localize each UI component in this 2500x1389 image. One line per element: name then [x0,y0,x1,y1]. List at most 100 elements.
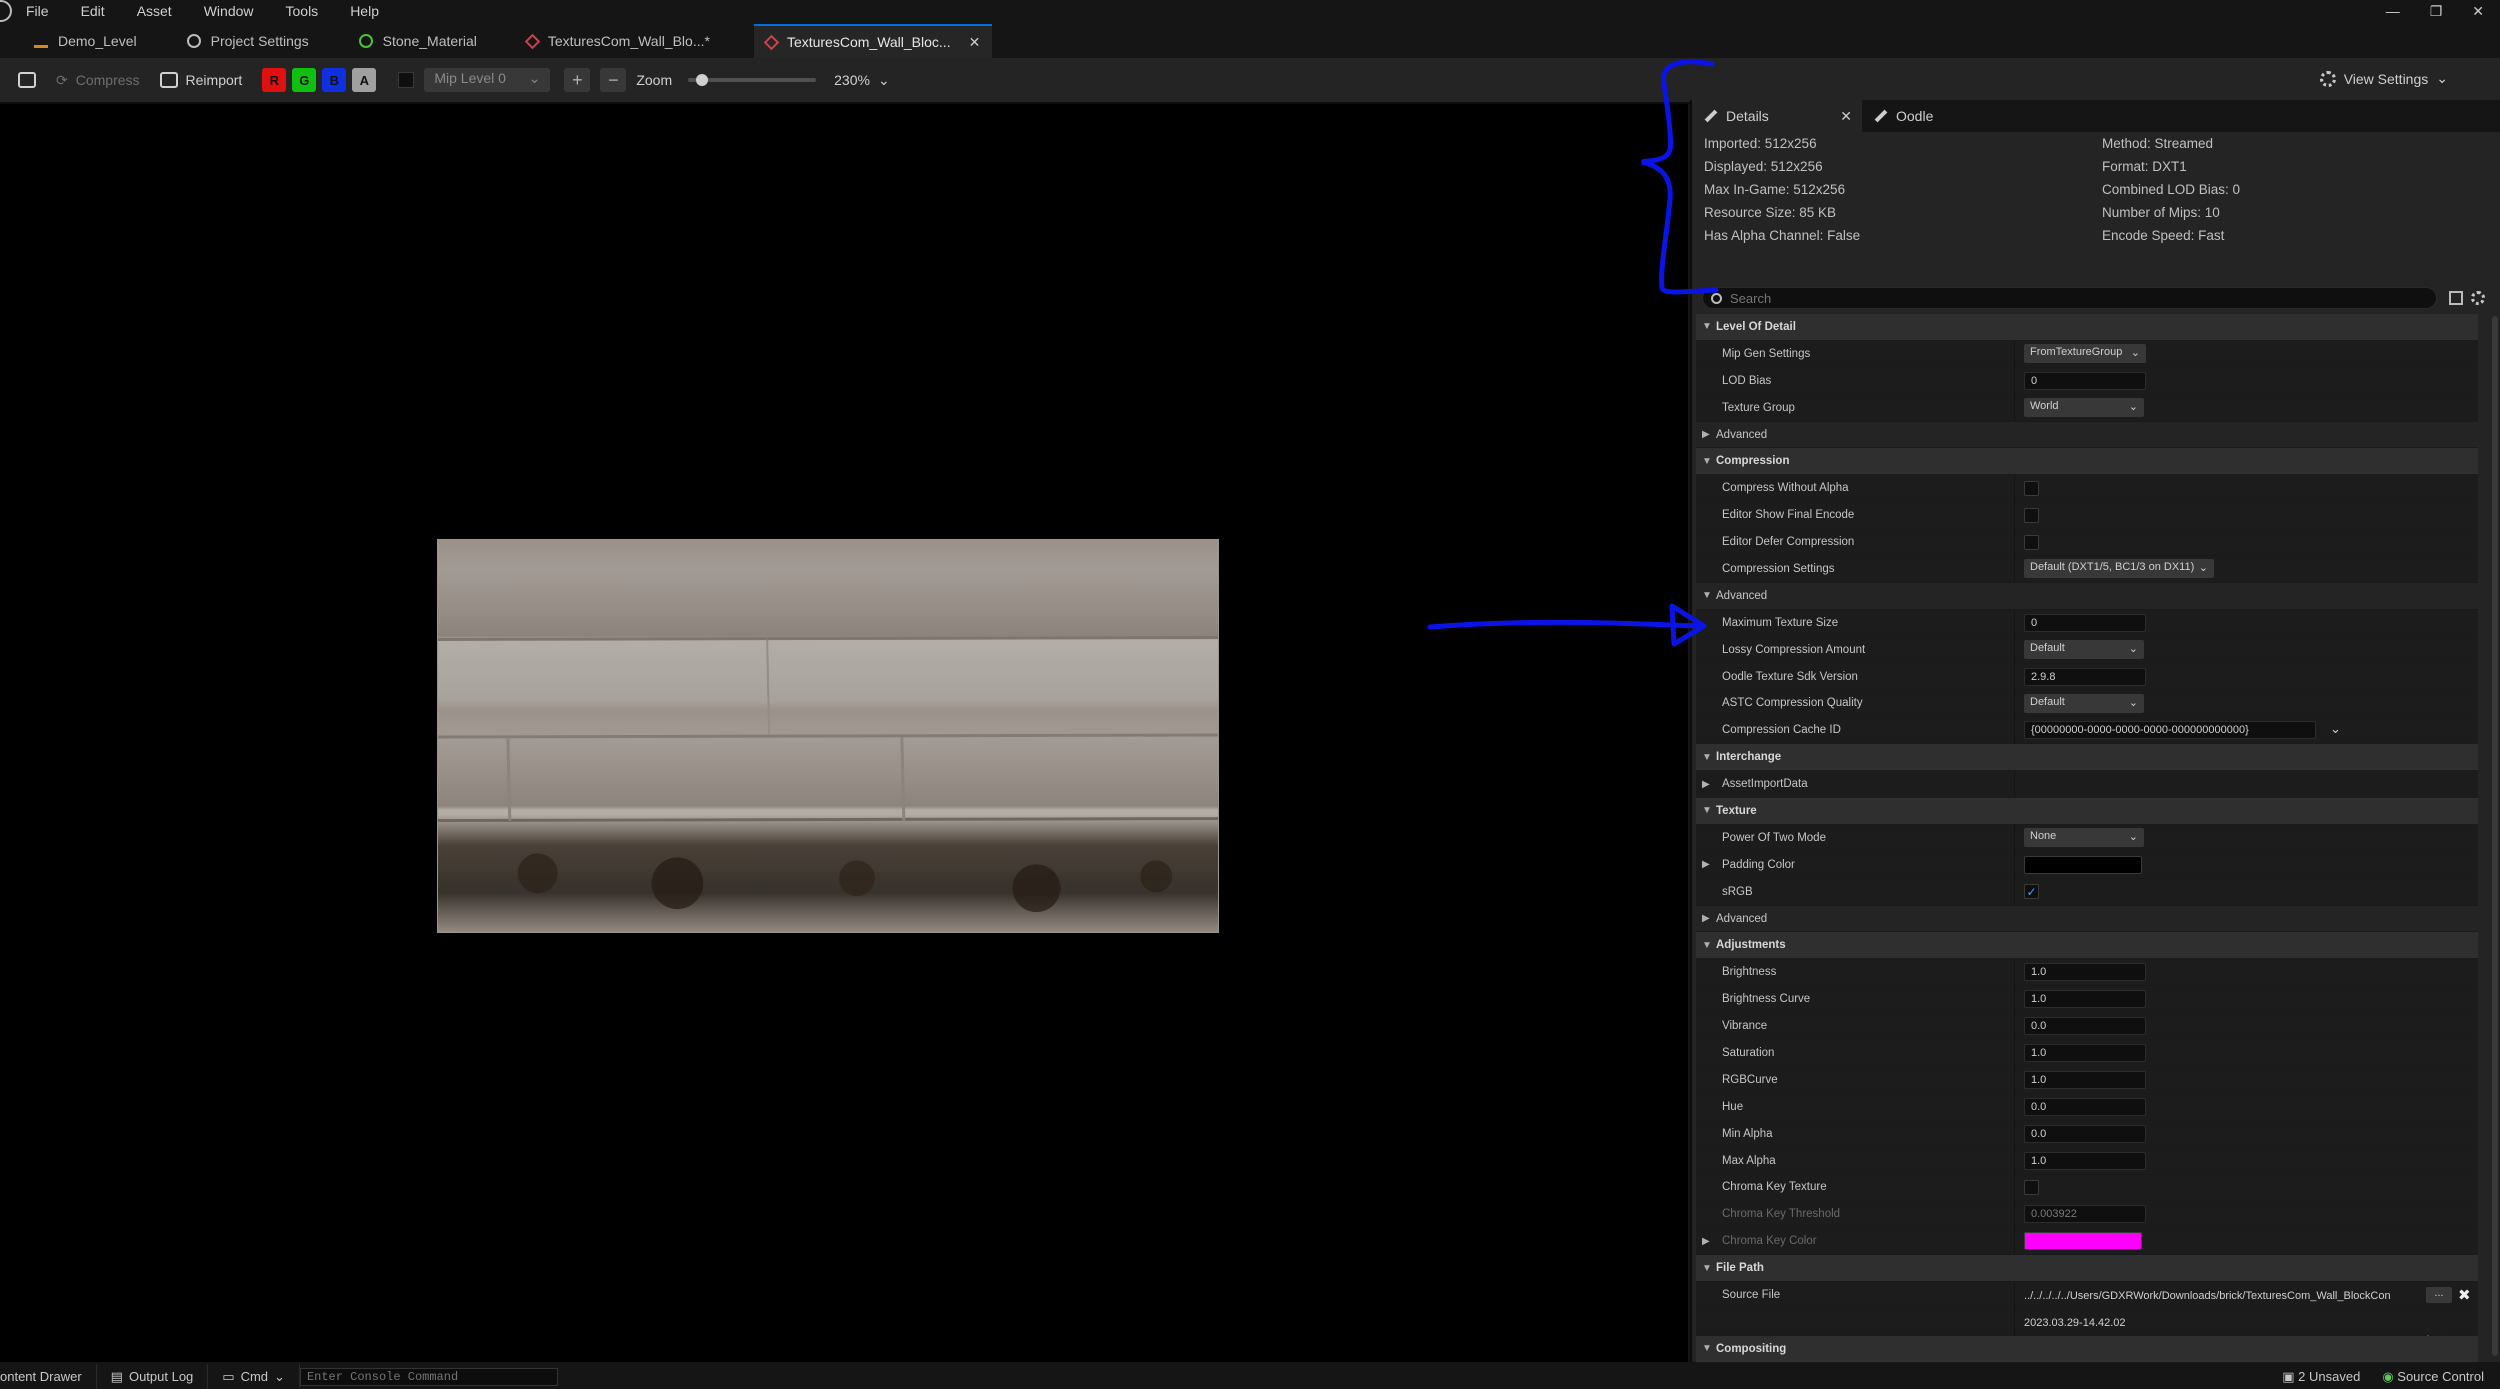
category-header[interactable]: ▼ Interchange [1696,744,2478,772]
value-input[interactable]: 1.0 [2024,963,2146,982]
column-divider[interactable] [2014,1066,2015,1093]
red-channel-toggle[interactable]: R [262,68,287,92]
column-divider[interactable] [2014,663,2015,690]
checkbox-checked[interactable]: ✓ [2024,884,2039,900]
collapsed-arrow-icon[interactable]: ▶ [1702,913,1710,924]
maximize-button[interactable]: ❐ [2430,0,2443,22]
column-divider[interactable] [2014,1201,2015,1228]
expand-arrow-icon[interactable]: ▼ [1702,590,1712,601]
value-input[interactable]: 1.0 [2024,1043,2146,1062]
menu-asset[interactable]: Asset [137,3,172,19]
value-dropdown[interactable]: Default ⌄ [2024,693,2144,713]
column-divider[interactable] [2014,529,2015,556]
console-command-input[interactable] [299,1367,558,1386]
tab-demo-level[interactable]: Demo_Level [28,24,153,58]
column-divider[interactable] [2014,1013,2015,1040]
value-input[interactable]: 0.003922 [2024,1205,2146,1224]
value-input[interactable]: 2.9.8 [2024,667,2146,686]
expand-arrow-icon[interactable]: ▼ [1702,1343,1712,1354]
cmd-dropdown[interactable]: ▭ Cmd ⌄ [208,1364,300,1389]
column-divider[interactable] [2014,1174,2015,1201]
value-dropdown[interactable]: Default (DXT1/5, BC1/3 on DX11) ⌄ [2024,559,2214,579]
column-divider[interactable] [2014,394,2015,421]
mip-decrease-button[interactable]: − [600,68,627,92]
column-divider[interactable] [2014,851,2015,878]
collapsed-arrow-icon[interactable]: ▶ [1702,859,1710,870]
value-input[interactable]: 1.0 [2024,1070,2146,1089]
column-divider[interactable] [2014,1040,2015,1066]
mip-increase-button[interactable]: + [564,68,591,92]
unsaved-button[interactable]: ▣ 2 Unsaved [2282,1369,2360,1385]
tab-details[interactable]: Details ✕ [1692,100,1862,132]
checkbox[interactable] [2024,507,2039,523]
save-asset-button[interactable] [18,72,36,88]
column-divider[interactable] [2014,959,2015,986]
value-input[interactable]: 0 [2024,371,2146,390]
minimize-button[interactable]: — [2386,0,2400,22]
clear-icon[interactable]: ✖ [2458,1286,2471,1304]
mip-level-dropdown[interactable]: Mip Level 0 ⌄ [424,68,551,92]
menu-window[interactable]: Window [204,3,254,19]
category-header[interactable]: ▼ Compression [1696,448,2478,476]
value-dropdown[interactable]: Default ⌄ [2024,640,2144,660]
category-header[interactable]: ▼ Adjustments [1696,932,2478,960]
column-divider[interactable] [2014,1093,2015,1120]
column-divider[interactable] [2014,717,2015,744]
value-input[interactable]: 1.0 [2024,990,2146,1009]
expand-arrow-icon[interactable]: ▼ [1702,1263,1712,1274]
browse-button[interactable]: ... [2426,1287,2452,1303]
expand-arrow-icon[interactable]: ▼ [1702,456,1712,467]
column-divider[interactable] [2014,1308,2015,1335]
tab-texture-active[interactable]: TexturesCom_Wall_Bloc... ✕ [753,24,993,58]
compress-button[interactable]: ⟳ Compress [56,72,140,89]
property-row[interactable]: ▼ Advanced [1696,583,2478,610]
expand-arrow-icon[interactable]: ▼ [1702,752,1712,763]
value-dropdown[interactable]: None ⌄ [2024,828,2144,848]
category-header[interactable]: ▼ Level Of Detail [1696,314,2478,341]
tab-oodle[interactable]: Oodle [1862,100,1945,132]
column-divider[interactable] [2014,1147,2015,1174]
details-search-box[interactable] [1702,287,2437,309]
menu-edit[interactable]: Edit [81,3,105,19]
expand-arrow-icon[interactable]: ▼ [1702,805,1712,816]
mip-level-checkbox[interactable] [398,72,415,88]
value-input[interactable]: 0.0 [2024,1017,2146,1036]
value-input[interactable]: 0.0 [2024,1124,2146,1143]
value-input[interactable]: 0 [2024,613,2146,632]
zoom-slider-handle[interactable] [696,74,709,86]
source-control-button[interactable]: ◉ Source Control [2382,1369,2484,1385]
alpha-channel-toggle[interactable]: A [352,68,377,92]
table-view-icon[interactable] [2449,291,2463,305]
close-tab-icon[interactable]: ✕ [1840,108,1852,125]
column-divider[interactable] [2014,771,2015,798]
collapsed-arrow-icon[interactable]: ▶ [1702,1236,1710,1247]
expand-arrow-icon[interactable]: ▼ [1702,940,1712,951]
output-log-button[interactable]: ▤ Output Log [97,1364,209,1389]
reimport-button[interactable]: Reimport [159,72,242,88]
category-header[interactable]: ▼ Texture [1696,798,2478,825]
column-divider[interactable] [2014,824,2015,851]
value-dropdown[interactable]: World ⌄ [2024,398,2144,418]
menu-help[interactable]: Help [350,3,379,19]
column-divider[interactable] [2014,1282,2015,1308]
column-divider[interactable] [2014,1120,2015,1147]
chevron-down-icon[interactable]: ⌄ [2330,721,2341,737]
tab-stone-material[interactable]: Stone_Material [353,24,493,58]
color-swatch[interactable] [2024,1232,2142,1251]
category-header[interactable]: ▼ Compositing [1696,1335,2478,1363]
zoom-dropdown[interactable]: 230% ⌄ [834,72,890,89]
property-row[interactable]: ▶ Advanced [1696,422,2478,449]
column-divider[interactable] [2014,475,2015,502]
column-divider[interactable] [2014,878,2015,905]
column-divider[interactable] [2014,1228,2015,1255]
column-divider[interactable] [2014,367,2015,394]
menu-tools[interactable]: Tools [286,3,319,19]
column-divider[interactable] [2014,502,2015,529]
value-dropdown[interactable]: FromTextureGroup ⌄ [2024,344,2146,364]
close-tab-icon[interactable]: ✕ [969,34,981,51]
column-divider[interactable] [2014,556,2015,582]
green-channel-toggle[interactable]: G [292,68,317,92]
tab-texture-1[interactable]: TexturesCom_Wall_Blo...* [521,24,726,58]
content-drawer-button[interactable]: ontent Drawer [0,1364,97,1389]
expand-arrow-icon[interactable]: ▼ [1702,321,1712,332]
